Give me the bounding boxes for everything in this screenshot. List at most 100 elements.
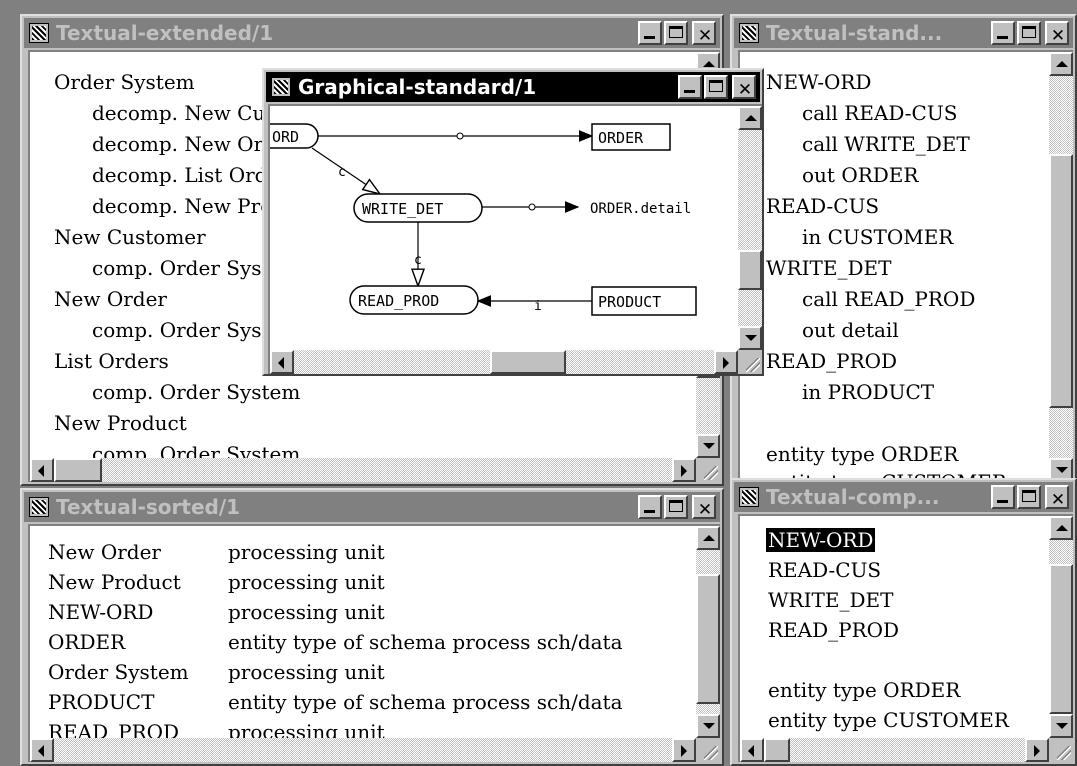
- system-menu-icon[interactable]: [29, 23, 49, 43]
- list-item[interactable]: comp. Order System: [92, 380, 300, 404]
- list-item[interactable]: READ_PROD: [766, 349, 897, 373]
- close-button[interactable]: [692, 21, 716, 48]
- horizontal-scrollbar[interactable]: [740, 738, 1049, 762]
- horizontal-scrollbar[interactable]: [30, 458, 696, 482]
- list-item[interactable]: READ-CUS: [768, 558, 881, 582]
- scroll-down-button[interactable]: [738, 326, 762, 350]
- list-item[interactable]: entity type ORDER: [768, 678, 960, 702]
- textual-extended-titlebar[interactable]: Textual-extended/1: [24, 18, 720, 48]
- list-item[interactable]: NEW-ORD: [766, 70, 871, 94]
- list-item[interactable]: call WRITE_DET: [802, 132, 970, 156]
- horizontal-scrollbar[interactable]: [270, 350, 738, 374]
- list-item[interactable]: entity type CUSTOMER: [768, 708, 1009, 732]
- graphical-standard-window[interactable]: Graphical-standard/1 ORD: [262, 68, 764, 376]
- list-item[interactable]: out detail: [802, 318, 899, 342]
- edge-product-to-read-prod[interactable]: i: [476, 295, 592, 314]
- scroll-thumb[interactable]: [764, 738, 790, 762]
- table-row-name[interactable]: New Order: [48, 540, 161, 564]
- list-item[interactable]: List Orders: [54, 349, 169, 373]
- close-button[interactable]: [1045, 21, 1069, 48]
- edge-write-det-to-order-detail[interactable]: [482, 201, 580, 213]
- table-row-name[interactable]: NEW-ORD: [48, 600, 153, 624]
- close-button[interactable]: [692, 495, 716, 522]
- scroll-up-button[interactable]: [1049, 516, 1073, 540]
- edge-call-read-prod[interactable]: c: [414, 222, 422, 286]
- graphical-standard-titlebar[interactable]: Graphical-standard/1: [266, 72, 760, 102]
- vertical-scrollbar[interactable]: [738, 106, 762, 350]
- list-item[interactable]: entity type ORDER: [766, 442, 958, 466]
- scroll-left-button[interactable]: [740, 738, 764, 762]
- minimize-button[interactable]: [638, 495, 662, 519]
- node-product[interactable]: PRODUCT: [591, 286, 697, 316]
- list-item[interactable]: Order System: [54, 70, 195, 94]
- scroll-thumb[interactable]: [738, 250, 762, 290]
- list-item[interactable]: New Product: [54, 411, 187, 435]
- node-order-detail[interactable]: ORDER.detail: [590, 201, 691, 217]
- textual-sorted-window[interactable]: Textual-sorted/1 New Order processing un…: [20, 488, 724, 766]
- node-order[interactable]: ORDER: [591, 123, 671, 151]
- list-item[interactable]: READ_PROD: [768, 618, 899, 642]
- table-row-name[interactable]: PRODUCT: [48, 690, 154, 714]
- list-item[interactable]: call READ-CUS: [802, 101, 957, 125]
- edge-call-write-det[interactable]: c: [311, 147, 380, 194]
- system-menu-icon[interactable]: [271, 77, 291, 97]
- list-item[interactable]: New Order: [54, 287, 167, 311]
- system-menu-icon[interactable]: [29, 497, 49, 517]
- list-item[interactable]: in PRODUCT: [802, 380, 934, 404]
- minimize-button[interactable]: [991, 21, 1015, 45]
- node-read-prod[interactable]: READ_PROD: [349, 285, 479, 315]
- textual-sorted-titlebar[interactable]: Textual-sorted/1: [24, 492, 720, 522]
- resize-grip[interactable]: [696, 458, 720, 482]
- scroll-up-button[interactable]: [696, 526, 720, 550]
- scroll-thumb[interactable]: [1049, 154, 1073, 408]
- edge-new-ord-to-order[interactable]: [318, 130, 594, 142]
- close-button[interactable]: [1045, 485, 1069, 512]
- minimize-button[interactable]: [678, 75, 702, 99]
- scroll-thumb[interactable]: [696, 574, 720, 704]
- scroll-left-button[interactable]: [30, 738, 54, 762]
- scroll-up-button[interactable]: [738, 106, 762, 130]
- minimize-button[interactable]: [991, 485, 1015, 509]
- table-row-name[interactable]: New Product: [48, 570, 181, 594]
- scroll-thumb[interactable]: [1049, 564, 1073, 714]
- maximize-button[interactable]: [664, 495, 688, 519]
- scroll-right-button[interactable]: [714, 350, 738, 374]
- scroll-thumb[interactable]: [490, 350, 566, 374]
- list-item-selected[interactable]: NEW-ORD: [766, 528, 876, 552]
- maximize-button[interactable]: [1017, 485, 1041, 509]
- table-row-name[interactable]: Order System: [48, 660, 189, 684]
- scroll-down-button[interactable]: [696, 434, 720, 458]
- resize-grip[interactable]: [1049, 738, 1073, 762]
- scroll-down-button[interactable]: [1049, 714, 1073, 738]
- resize-grip[interactable]: [696, 738, 720, 762]
- node-new-ord[interactable]: ORD: [270, 123, 319, 149]
- scroll-right-button[interactable]: [1025, 738, 1049, 762]
- list-item[interactable]: out ORDER: [802, 163, 918, 187]
- system-menu-icon[interactable]: [739, 487, 759, 507]
- node-write-det[interactable]: WRITE_DET: [353, 193, 483, 223]
- scroll-up-button[interactable]: [1049, 52, 1073, 76]
- list-item[interactable]: WRITE_DET: [766, 256, 891, 280]
- scroll-right-button[interactable]: [672, 738, 696, 762]
- maximize-button[interactable]: [664, 21, 688, 45]
- table-row-name[interactable]: ORDER: [48, 630, 125, 654]
- textual-standard-window[interactable]: Textual-stand... NEW-ORD call READ-CUS c…: [730, 14, 1077, 486]
- close-button[interactable]: [732, 75, 756, 102]
- vertical-scrollbar[interactable]: [1049, 52, 1073, 482]
- scroll-down-button[interactable]: [696, 714, 720, 738]
- list-item[interactable]: in CUSTOMER: [802, 225, 953, 249]
- resize-grip[interactable]: [738, 350, 762, 374]
- maximize-button[interactable]: [1017, 21, 1041, 45]
- textual-compact-window[interactable]: Textual-comp... NEW-ORD READ-CUS WRITE_D…: [730, 478, 1077, 766]
- list-item[interactable]: READ-CUS: [766, 194, 879, 218]
- scroll-right-button[interactable]: [672, 458, 696, 482]
- textual-compact-titlebar[interactable]: Textual-comp...: [734, 482, 1073, 512]
- vertical-scrollbar[interactable]: [1049, 516, 1073, 738]
- vertical-scrollbar[interactable]: [696, 526, 720, 738]
- list-item[interactable]: WRITE_DET: [768, 588, 893, 612]
- scroll-left-button[interactable]: [30, 458, 54, 482]
- minimize-button[interactable]: [638, 21, 662, 45]
- horizontal-scrollbar[interactable]: [30, 738, 696, 762]
- scroll-left-button[interactable]: [270, 350, 294, 374]
- textual-standard-titlebar[interactable]: Textual-stand...: [734, 18, 1073, 48]
